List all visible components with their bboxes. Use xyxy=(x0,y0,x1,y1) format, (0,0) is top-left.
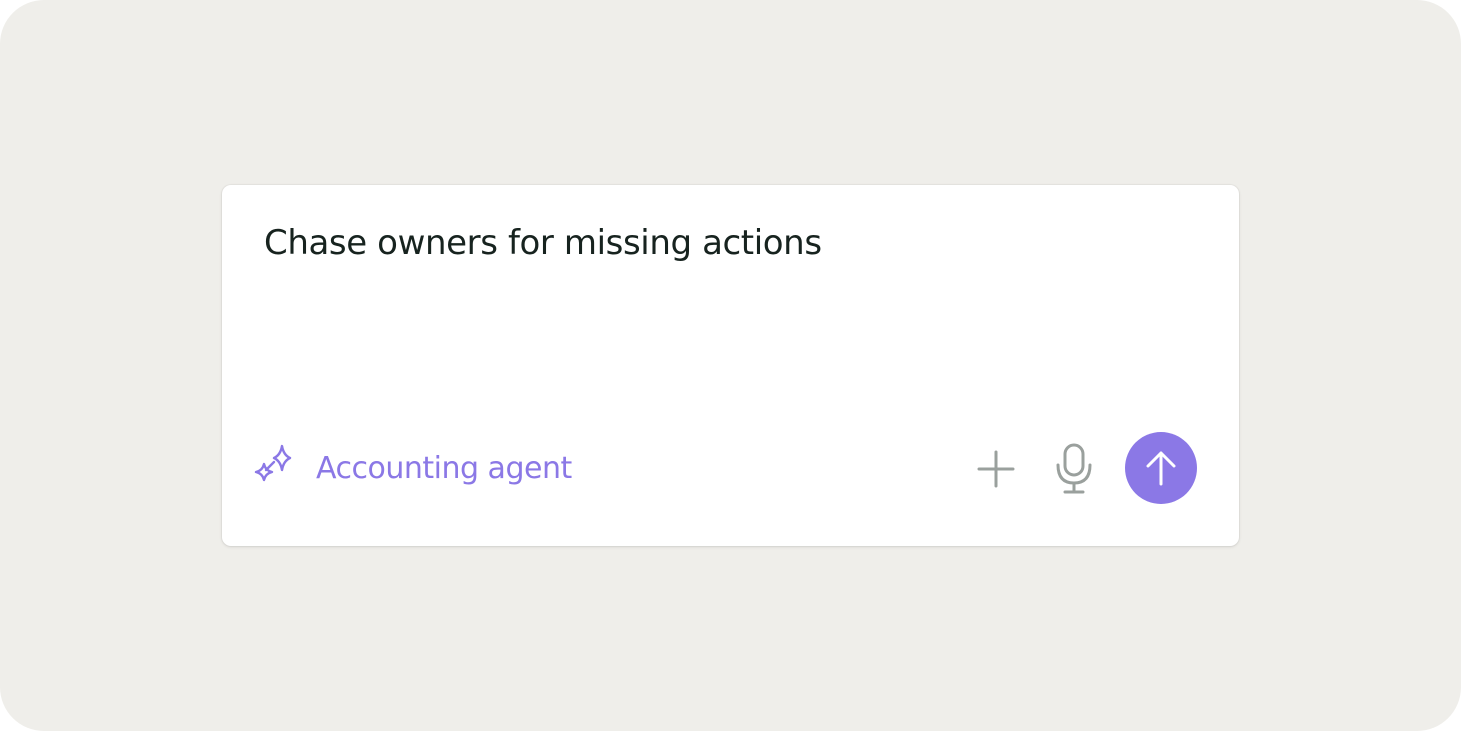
voice-input-button[interactable] xyxy=(1052,443,1096,495)
plus-icon xyxy=(977,450,1015,488)
agent-label: Accounting agent xyxy=(316,450,572,486)
microphone-icon xyxy=(1056,443,1092,494)
sparkle-icon xyxy=(254,444,292,482)
agent-selector[interactable]: Accounting agent xyxy=(252,443,572,493)
send-button[interactable] xyxy=(1125,432,1197,504)
prompt-composer: Chase owners for missing actions Account… xyxy=(222,185,1239,546)
app-background: Chase owners for missing actions Account… xyxy=(0,0,1461,731)
add-attachment-button[interactable] xyxy=(974,447,1018,491)
arrow-up-icon xyxy=(1146,451,1176,486)
prompt-input[interactable]: Chase owners for missing actions xyxy=(264,223,822,263)
